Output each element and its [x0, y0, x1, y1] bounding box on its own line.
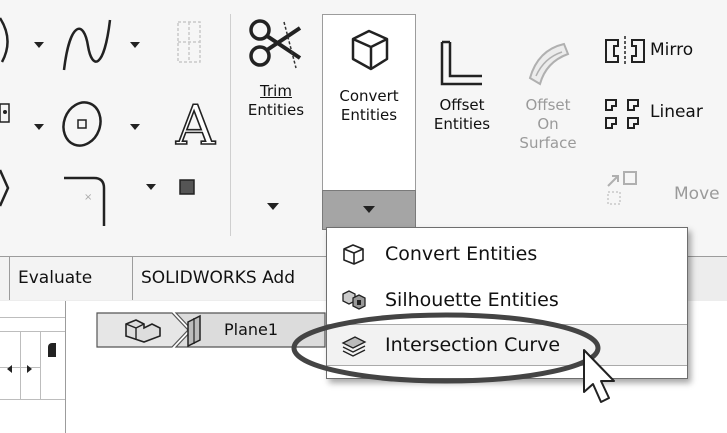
move-icon — [607, 171, 637, 205]
trim-dropdown-arrow[interactable] — [267, 203, 279, 210]
fillet-dropdown-arrow[interactable] — [146, 184, 156, 190]
trim-entities-button[interactable]: Trim Entities — [234, 6, 318, 166]
offset-on-surface-icon — [528, 42, 570, 86]
breadcrumb-plane-label: Plane1 — [224, 320, 279, 339]
command-manager-ribbon: × A Trim Entities Convert Entities Offse… — [0, 0, 727, 256]
fillet-icon: × — [64, 176, 106, 226]
tab-evaluate[interactable]: Evaluate — [10, 257, 133, 300]
sketch-plane-icon — [177, 21, 201, 63]
offset-surface-label-line1: Offset — [525, 96, 571, 114]
ribbon-separator — [230, 14, 231, 236]
menu-item-label: Intersection Curve — [385, 334, 561, 356]
linear-pattern-label: Linear — [650, 102, 703, 122]
ellipse-icon — [62, 101, 102, 147]
breadcrumb[interactable]: Plane1 — [96, 312, 326, 348]
scroll-left-arrow[interactable] — [7, 365, 12, 373]
panel-divider — [0, 367, 40, 368]
offset-surface-label-line2: On — [537, 115, 559, 133]
move-entities-button[interactable]: Move — [604, 168, 727, 208]
offset-entities-button[interactable]: Offset Entities — [420, 30, 504, 160]
rectangle-dropdown-arrow[interactable] — [34, 124, 44, 130]
rectangle-icon — [0, 103, 10, 123]
chevron-down-icon — [363, 206, 375, 213]
point-icon — [179, 179, 195, 195]
arc-dropdown-arrow[interactable] — [34, 42, 44, 48]
tab-solidworks-addins[interactable]: SOLIDWORKS Add — [133, 257, 329, 300]
offset-surface-label-line3: Surface — [519, 134, 577, 152]
panel-divider — [40, 331, 41, 399]
convert-entities-button[interactable]: Convert Entities — [322, 14, 416, 192]
panel-tab-fragment — [48, 343, 56, 357]
offset-label-line2: Entities — [433, 115, 491, 133]
arc-icon — [0, 17, 9, 63]
silhouette-entities-icon — [342, 290, 366, 310]
intersection-curve-icon — [341, 336, 367, 357]
mirror-icon — [605, 36, 645, 66]
trim-label-line1: Trim — [260, 82, 292, 100]
sketch-text-button[interactable]: A — [170, 93, 226, 160]
plane-icon — [187, 314, 201, 348]
menu-item-convert-entities[interactable]: Convert Entities — [327, 234, 687, 274]
convert-label-line2: Entities — [340, 106, 398, 124]
linear-pattern-button[interactable]: Linear — [604, 96, 727, 136]
ellipse-dropdown-arrow[interactable] — [130, 124, 140, 130]
move-label: Move — [674, 184, 720, 204]
mirror-entities-button[interactable]: Mirro — [604, 34, 727, 68]
menu-item-intersection-curve[interactable]: Intersection Curve — [327, 324, 687, 366]
panel-divider — [0, 317, 65, 318]
trim-label-line2: Entities — [247, 101, 305, 119]
breadcrumb-background — [96, 312, 326, 348]
menu-item-label: Convert Entities — [385, 243, 538, 265]
offset-label-line1: Offset — [439, 96, 485, 114]
panel-divider — [20, 331, 21, 399]
mirror-label: Mirro — [650, 40, 694, 60]
convert-entities-flyout-menu: Convert Entities Silhouette Entities Int… — [326, 227, 688, 379]
panel-divider — [0, 331, 65, 332]
convert-label-line1: Convert — [339, 87, 399, 105]
spline-icon — [62, 19, 112, 71]
polygon-icon — [0, 169, 10, 207]
svg-text:×: × — [84, 192, 92, 203]
offset-entities-icon — [440, 40, 482, 86]
trim-scissors-icon — [249, 19, 302, 69]
feature-manager-panel — [0, 301, 66, 433]
convert-entities-icon — [351, 29, 389, 71]
panel-divider — [0, 399, 65, 400]
scroll-right-arrow[interactable] — [27, 365, 32, 373]
tab-cropped[interactable] — [0, 257, 10, 300]
convert-entities-icon — [343, 244, 364, 265]
offset-on-surface-button[interactable]: Offset On Surface — [506, 30, 590, 180]
sketch-text-icon: A — [175, 93, 216, 158]
linear-pattern-icon — [605, 99, 639, 129]
menu-item-label: Silhouette Entities — [385, 289, 559, 311]
spline-dropdown-arrow[interactable] — [130, 42, 140, 48]
convert-entities-dropdown-button[interactable] — [322, 190, 416, 230]
menu-item-silhouette-entities[interactable]: Silhouette Entities — [327, 280, 687, 320]
